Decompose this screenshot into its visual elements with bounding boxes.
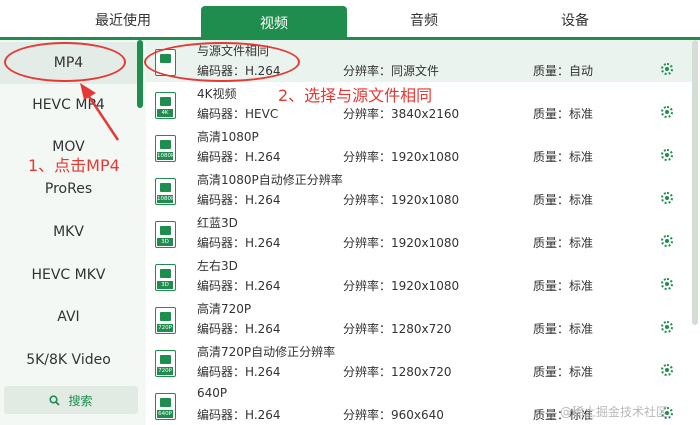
annotation-step1: 1、点击MP4 [28,156,120,175]
annotation-arrow [80,83,120,141]
watermark: @稀土掘金技术社区 [560,405,669,419]
annotation-step2: 2、选择与源文件相同 [278,86,433,105]
